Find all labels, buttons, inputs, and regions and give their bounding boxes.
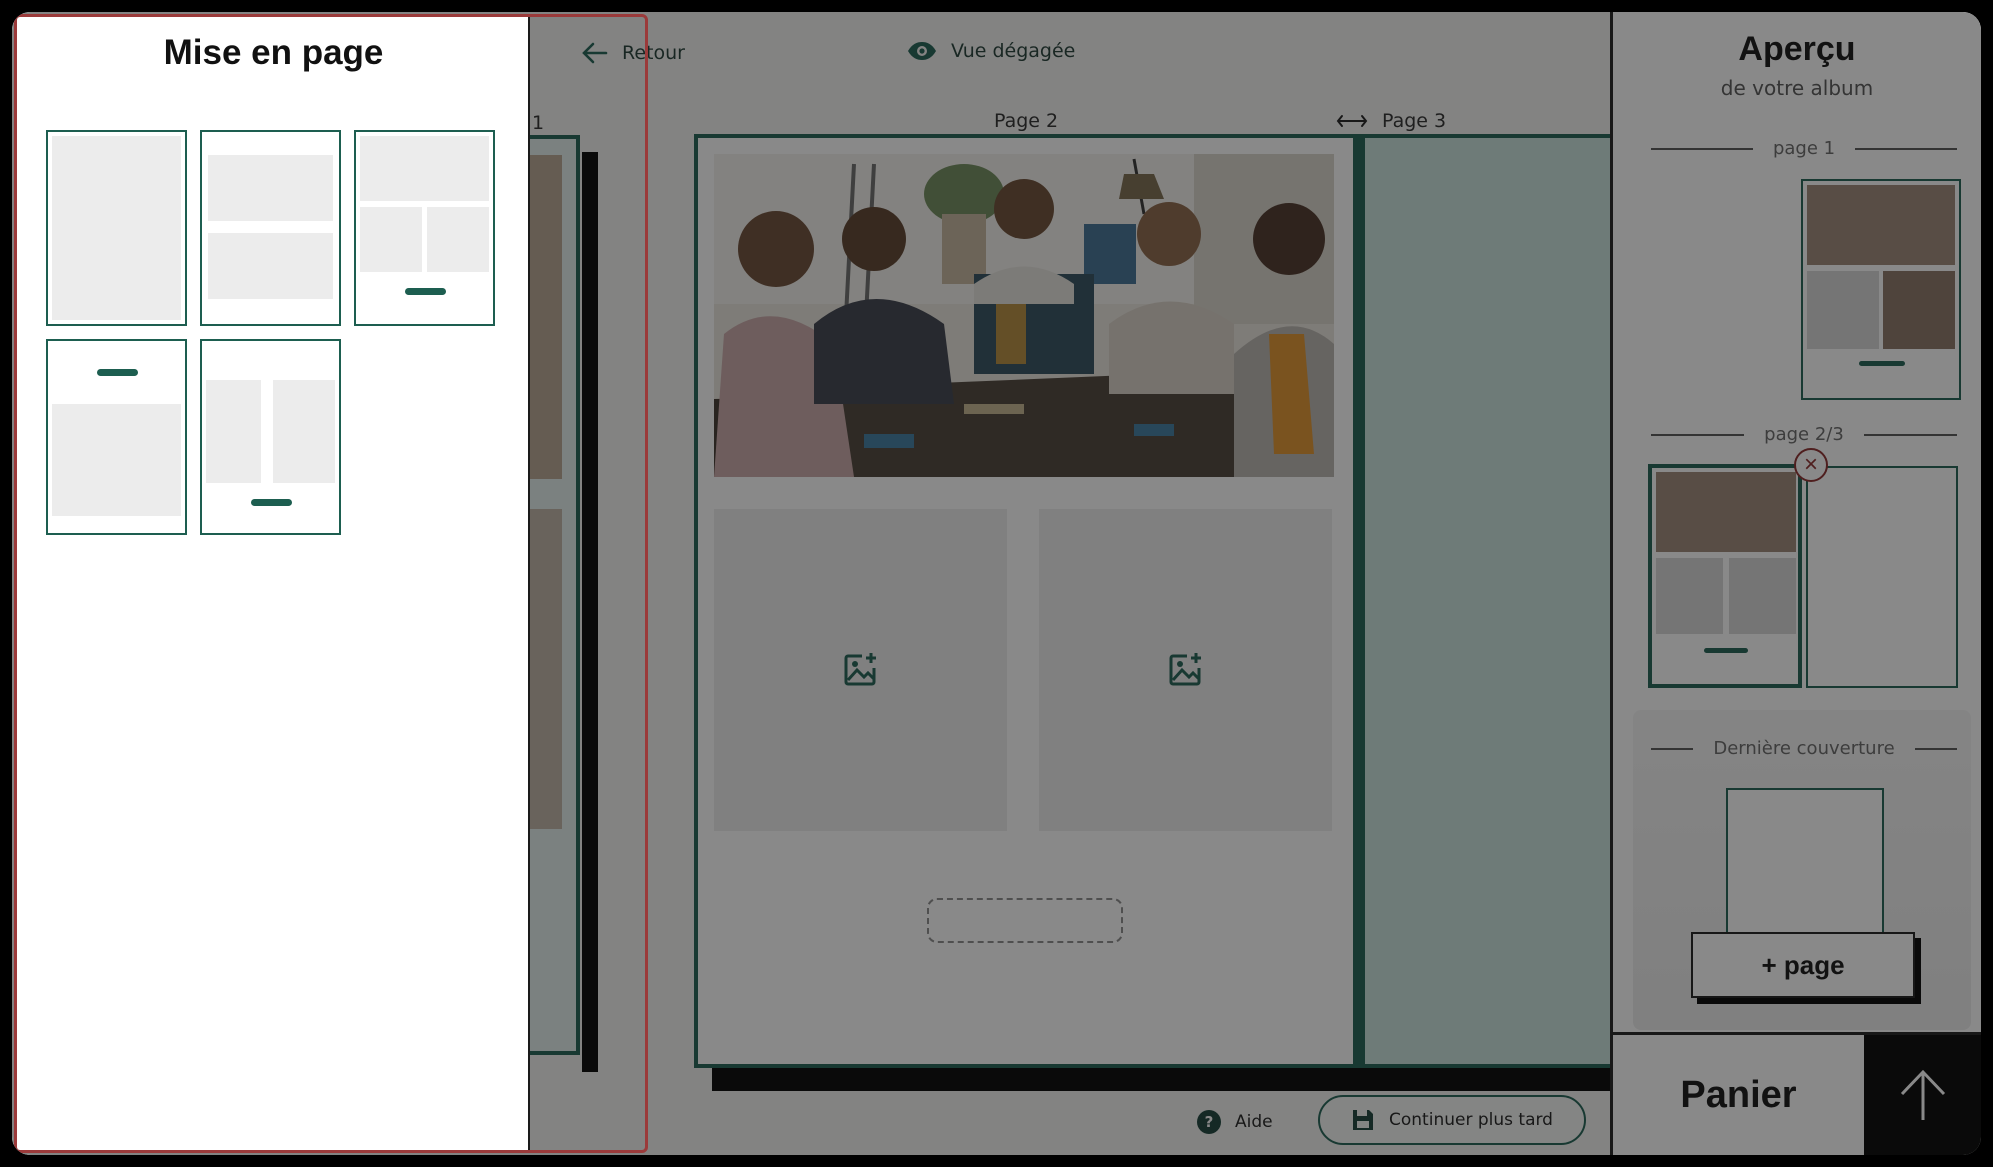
template-slot [52, 404, 181, 516]
template-slot [360, 207, 422, 272]
layout-panel-title: Mise en page [163, 33, 384, 72]
template-slot [208, 155, 333, 221]
template-slot [206, 380, 236, 483]
layout-template-two-rows[interactable] [200, 130, 341, 326]
layout-template-single[interactable] [46, 130, 187, 326]
template-slot [208, 233, 333, 299]
layout-template-caption-top[interactable] [46, 339, 187, 535]
template-slot [273, 380, 335, 483]
app-window: Retour Vue dégagée 1 Page 2 Page 3 [12, 12, 1981, 1155]
layout-panel: Mise en page [14, 14, 648, 1153]
layout-template-one-plus-two[interactable] [354, 130, 495, 326]
layout-template-two-columns[interactable] [200, 339, 341, 535]
layout-panel-body: Mise en page [17, 17, 530, 1150]
template-caption-bar [405, 288, 446, 295]
template-caption-bar [251, 499, 292, 506]
template-caption-bar [97, 369, 138, 376]
template-slot [360, 136, 489, 201]
template-slot [427, 207, 489, 272]
template-slot [52, 136, 181, 320]
